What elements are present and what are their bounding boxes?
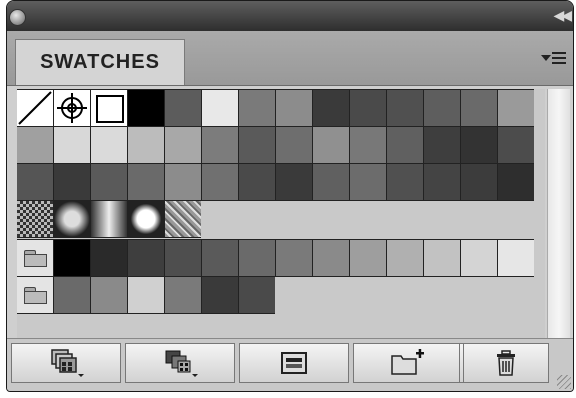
swatch[interactable] bbox=[313, 127, 349, 163]
swatch-row bbox=[17, 200, 201, 238]
folder-icon[interactable] bbox=[17, 277, 53, 313]
panel-menu-icon[interactable] bbox=[541, 49, 567, 69]
swatch[interactable] bbox=[313, 240, 349, 276]
resize-grip-icon[interactable] bbox=[557, 375, 571, 389]
swatch[interactable] bbox=[498, 90, 534, 126]
swatch[interactable] bbox=[350, 164, 386, 200]
swatch[interactable] bbox=[202, 90, 238, 126]
swatch-row bbox=[17, 126, 534, 164]
swatch[interactable] bbox=[276, 240, 312, 276]
folder-icon[interactable] bbox=[17, 240, 53, 276]
swatch[interactable] bbox=[239, 127, 275, 163]
swatch[interactable] bbox=[91, 277, 127, 313]
color-group-row bbox=[17, 239, 534, 277]
close-dot-icon[interactable] bbox=[9, 9, 26, 26]
tab-strip: SWATCHES bbox=[7, 31, 573, 86]
swatch[interactable] bbox=[54, 164, 90, 200]
swatch[interactable] bbox=[276, 90, 312, 126]
swatch[interactable] bbox=[387, 164, 423, 200]
swatch[interactable] bbox=[313, 90, 349, 126]
swatch-kinds-icon bbox=[165, 350, 198, 377]
swatch[interactable] bbox=[165, 240, 201, 276]
swatch[interactable] bbox=[387, 127, 423, 163]
swatch-grid bbox=[17, 89, 545, 339]
swatch[interactable] bbox=[461, 90, 497, 126]
swatch[interactable] bbox=[239, 240, 275, 276]
swatch-library-icon bbox=[51, 349, 84, 377]
swatch[interactable] bbox=[424, 127, 460, 163]
swatch[interactable] bbox=[165, 127, 201, 163]
swatch[interactable] bbox=[202, 127, 238, 163]
swatch[interactable] bbox=[54, 277, 90, 313]
swatch[interactable] bbox=[128, 240, 164, 276]
swatch[interactable] bbox=[498, 127, 534, 163]
swatch-none[interactable] bbox=[17, 90, 53, 126]
swatch-libraries-menu-button[interactable] bbox=[11, 343, 121, 383]
swatch[interactable] bbox=[91, 240, 127, 276]
swatch-gradient-radial-white[interactable] bbox=[128, 201, 164, 237]
swatch[interactable] bbox=[128, 127, 164, 163]
swatches-panel: ◀◀ SWATCHES bbox=[6, 0, 574, 392]
swatch[interactable] bbox=[202, 240, 238, 276]
swatch-row bbox=[17, 163, 534, 201]
new-color-group-button[interactable] bbox=[353, 343, 463, 383]
swatch-pattern-texture[interactable] bbox=[165, 201, 201, 237]
vertical-scrollbar[interactable] bbox=[547, 89, 570, 341]
swatch[interactable] bbox=[424, 90, 460, 126]
color-group-row bbox=[17, 276, 275, 314]
swatch[interactable] bbox=[202, 164, 238, 200]
swatch[interactable] bbox=[276, 127, 312, 163]
swatch[interactable] bbox=[17, 127, 53, 163]
swatch[interactable] bbox=[498, 164, 534, 200]
swatch[interactable] bbox=[461, 164, 497, 200]
swatch[interactable] bbox=[17, 164, 53, 200]
tab-label: SWATCHES bbox=[40, 51, 160, 73]
swatch-white[interactable] bbox=[91, 90, 127, 126]
swatch-options-icon bbox=[281, 352, 307, 374]
swatch[interactable] bbox=[128, 277, 164, 313]
show-swatch-kinds-button[interactable] bbox=[125, 343, 235, 383]
swatch[interactable] bbox=[350, 240, 386, 276]
swatch[interactable] bbox=[54, 127, 90, 163]
swatch[interactable] bbox=[350, 127, 386, 163]
swatch[interactable] bbox=[54, 240, 90, 276]
swatch[interactable] bbox=[276, 164, 312, 200]
swatch-gradient-radial[interactable] bbox=[54, 201, 90, 237]
swatch[interactable] bbox=[461, 240, 497, 276]
swatch[interactable] bbox=[165, 277, 201, 313]
tab-swatches[interactable]: SWATCHES bbox=[15, 39, 185, 85]
swatch[interactable] bbox=[313, 164, 349, 200]
swatch[interactable] bbox=[165, 90, 201, 126]
new-folder-icon bbox=[391, 349, 424, 375]
swatch[interactable] bbox=[165, 164, 201, 200]
double-chevron-icon[interactable]: ◀◀ bbox=[553, 7, 571, 24]
swatch-registration[interactable] bbox=[54, 90, 90, 126]
swatch-pattern-checker[interactable] bbox=[17, 201, 53, 237]
swatch[interactable] bbox=[239, 90, 275, 126]
swatch[interactable] bbox=[461, 127, 497, 163]
swatch[interactable] bbox=[202, 277, 238, 313]
swatch[interactable] bbox=[128, 90, 164, 126]
swatch[interactable] bbox=[239, 164, 275, 200]
swatch-row bbox=[17, 89, 534, 127]
trash-icon bbox=[497, 350, 515, 376]
swatch-options-button[interactable] bbox=[239, 343, 349, 383]
swatch[interactable] bbox=[424, 240, 460, 276]
swatch[interactable] bbox=[387, 240, 423, 276]
swatch[interactable] bbox=[239, 277, 275, 313]
panel-titlebar[interactable]: ◀◀ bbox=[7, 1, 573, 31]
swatch[interactable] bbox=[498, 240, 534, 276]
swatch[interactable] bbox=[387, 90, 423, 126]
swatch-gradient-linear[interactable] bbox=[91, 201, 127, 237]
swatch[interactable] bbox=[128, 164, 164, 200]
swatch[interactable] bbox=[350, 90, 386, 126]
panel-bottom-bar bbox=[7, 338, 573, 391]
swatch[interactable] bbox=[424, 164, 460, 200]
swatch[interactable] bbox=[91, 127, 127, 163]
swatch[interactable] bbox=[91, 164, 127, 200]
delete-swatch-button[interactable] bbox=[463, 343, 549, 383]
